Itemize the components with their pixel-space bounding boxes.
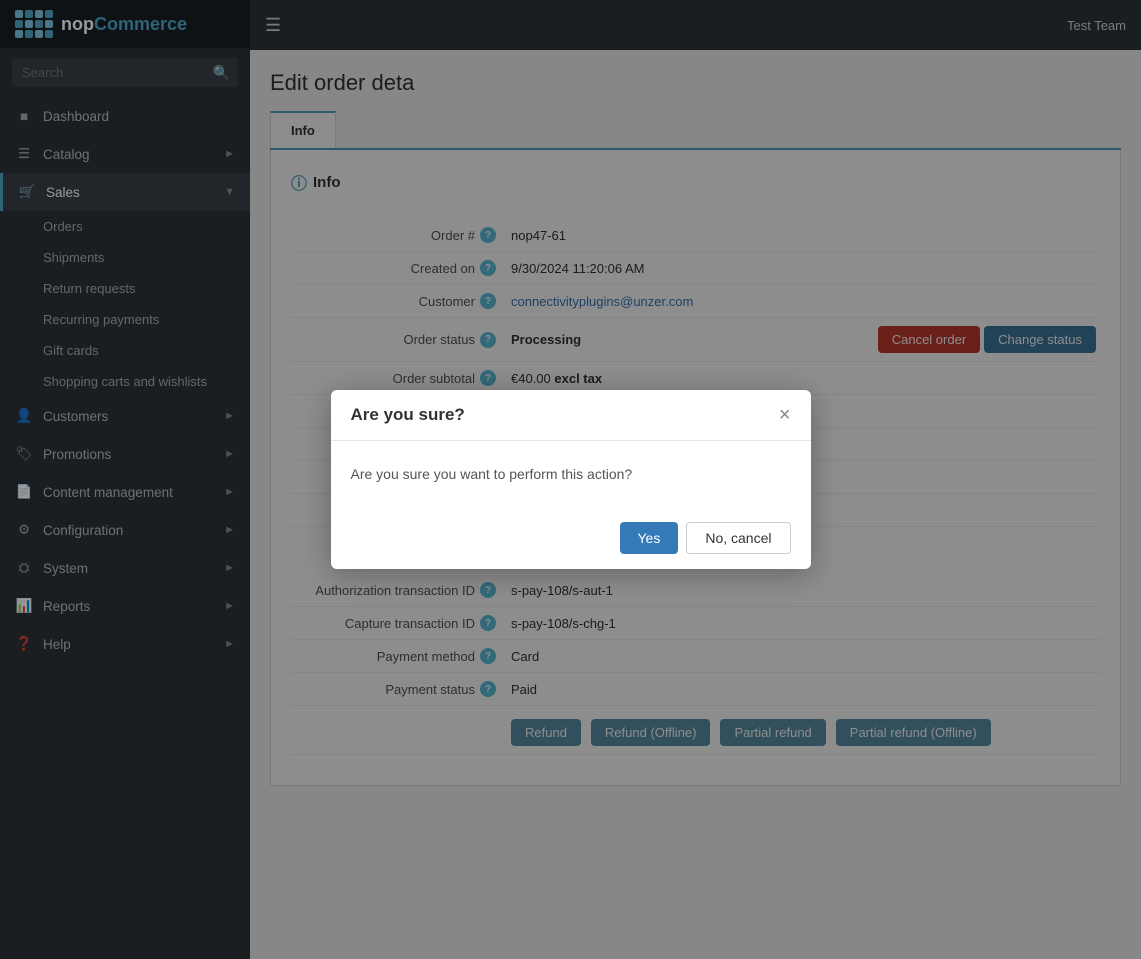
- modal-yes-button[interactable]: Yes: [620, 522, 679, 554]
- modal-message: Are you sure you want to perform this ac…: [351, 466, 791, 482]
- confirmation-modal: Are you sure? × Are you sure you want to…: [331, 390, 811, 569]
- modal-close-button[interactable]: ×: [779, 405, 791, 425]
- modal-footer: Yes No, cancel: [331, 507, 811, 569]
- modal-body: Are you sure you want to perform this ac…: [331, 441, 811, 507]
- modal-header: Are you sure? ×: [331, 390, 811, 441]
- modal-no-cancel-button[interactable]: No, cancel: [686, 522, 790, 554]
- modal-overlay[interactable]: Are you sure? × Are you sure you want to…: [0, 0, 1141, 959]
- modal-title: Are you sure?: [351, 405, 465, 425]
